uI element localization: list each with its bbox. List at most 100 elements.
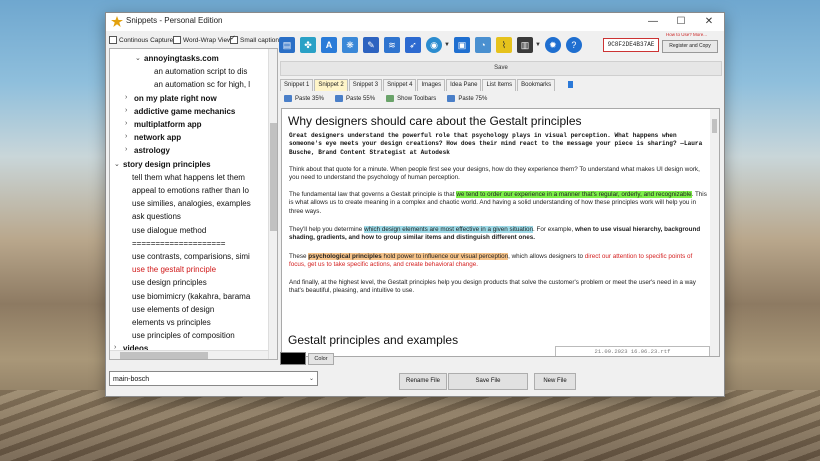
brain-icon[interactable]: ❋: [342, 37, 358, 53]
tree-item[interactable]: use design principles: [132, 278, 207, 287]
tree-expander-icon[interactable]: ⌄: [135, 54, 141, 62]
small-caption-checkbox[interactable]: [230, 34, 238, 44]
word-wrap-checkbox[interactable]: [173, 36, 181, 44]
broom-icon[interactable]: ⌇: [495, 37, 512, 53]
editor-scrollbar[interactable]: [710, 109, 719, 356]
snippet-tree[interactable]: ⌄ annoyingtasks.com an automation script t…: [109, 48, 278, 360]
app-icon: [111, 16, 123, 27]
doc-paragraph-2: The fundamental law that governs a Gesta…: [289, 191, 707, 215]
word-wrap-option[interactable]: Word-Wrap View: [173, 36, 232, 44]
tree-item[interactable]: ask questions: [132, 212, 181, 221]
tree-expander-icon[interactable]: ⌄: [114, 160, 120, 168]
tree-item[interactable]: astrology: [134, 146, 170, 155]
small-caption-option[interactable]: Small caption: [230, 34, 280, 44]
paste-75-button[interactable]: Paste 75%: [447, 95, 487, 102]
rocket-icon[interactable]: ➶: [405, 37, 421, 53]
tree-item[interactable]: annoyingtasks.com: [144, 54, 219, 63]
tab-scroll-indicator[interactable]: [568, 81, 574, 88]
tree-item[interactable]: use biomimicry (kakahra, barama: [132, 292, 250, 301]
save-button[interactable]: Save: [280, 61, 722, 76]
chevron-down-icon[interactable]: ▼: [535, 42, 541, 48]
tree-item[interactable]: tell them what happens let them: [132, 173, 245, 182]
tab-list-items[interactable]: List Items: [482, 79, 517, 91]
tab-snippet-1[interactable]: Snippet 1: [280, 79, 314, 91]
new-file-button[interactable]: New File: [534, 373, 576, 390]
doc-paragraph-1: Think about that quote for a minute. Whe…: [289, 166, 700, 182]
tree-item[interactable]: addictive game mechanics: [134, 107, 235, 116]
film-icon[interactable]: ▤: [279, 37, 295, 53]
scroll-thumb[interactable]: [120, 352, 208, 359]
paste-icon: [447, 95, 456, 102]
tree-item[interactable]: ====================: [132, 239, 225, 248]
help-links[interactable]: How to Use? More...: [666, 32, 707, 37]
tab-snippet-4[interactable]: Snippet 4: [383, 79, 417, 91]
tree-item[interactable]: multiplatform app: [134, 120, 202, 129]
chevron-down-icon[interactable]: ⌄: [309, 372, 314, 387]
help-icon[interactable]: ?: [565, 37, 582, 53]
minimize-button[interactable]: —: [640, 14, 666, 30]
doc-heading-2: Gestalt principles and examples: [288, 333, 459, 347]
doc-heading: Why designers should care about the Gest…: [288, 114, 582, 128]
gear-icon[interactable]: ✹: [544, 37, 561, 53]
tree-item[interactable]: story design principles: [123, 160, 211, 169]
tree-item[interactable]: appeal to emotions rather than lo: [132, 186, 249, 195]
tree-expander-icon[interactable]: ›: [125, 94, 127, 101]
tree-item[interactable]: use dialogue method: [132, 226, 206, 235]
puzzle-icon[interactable]: ✤: [300, 37, 316, 53]
tree-expander-icon[interactable]: ›: [125, 107, 127, 114]
tree-item[interactable]: elements vs principles: [132, 318, 211, 327]
small-caption-label: Small caption: [240, 36, 280, 44]
paste-55-button[interactable]: Paste 55%: [335, 95, 375, 102]
tab-snippet-3[interactable]: Snippet 3: [348, 79, 383, 91]
show-toolbars-button[interactable]: Show Toolbars: [386, 95, 436, 102]
scroll-thumb[interactable]: [712, 119, 717, 133]
scroll-thumb[interactable]: [270, 123, 277, 231]
tree-vertical-scrollbar[interactable]: [268, 49, 277, 359]
tree-horizontal-scrollbar[interactable]: [110, 350, 268, 359]
show-toolbars-label: Show Toolbars: [397, 95, 437, 102]
text-a-icon[interactable]: A: [321, 37, 337, 53]
tree-expander-icon[interactable]: ›: [125, 120, 127, 127]
license-code-field[interactable]: 9C8F2DE4B37AE: [603, 38, 659, 52]
maximize-button[interactable]: ☐: [668, 14, 694, 30]
color-swatch[interactable]: [280, 352, 306, 365]
window-title: Snippets - Personal Edition: [126, 16, 223, 25]
continuous-capture-checkbox[interactable]: [109, 36, 117, 44]
chevron-down-icon[interactable]: ▼: [444, 42, 450, 48]
rename-file-button[interactable]: Rename File: [399, 373, 447, 390]
tab-idea-pane[interactable]: Idea Pane: [446, 79, 482, 91]
paste-35-button[interactable]: Paste 35%: [284, 95, 324, 102]
book-icon[interactable]: ▥: [516, 37, 533, 53]
rich-text-editor[interactable]: Why designers should care about the Gest…: [281, 108, 720, 357]
continuous-capture-option[interactable]: Continous Capture: [109, 36, 173, 44]
word-wrap-label: Word-Wrap View: [183, 36, 232, 44]
title-bar: Snippets - Personal Edition — ☐ ✕: [106, 13, 724, 31]
toolbar: ▤ ✤ A ❋ ✎ ≋ ➶ ◉ ▼ ▣ ◔ ⌇ ▥ ▼ ✹ ?: [279, 34, 587, 56]
tab-bookmarks[interactable]: Bookmarks: [517, 79, 556, 91]
tree-item[interactable]: on my plate right now: [134, 94, 217, 103]
file-select[interactable]: main-bosch ⌄: [109, 371, 318, 386]
tab-snippet-2[interactable]: Snippet 2: [314, 79, 348, 91]
tree-expander-icon[interactable]: ›: [125, 146, 127, 153]
save-file-button[interactable]: Save File: [448, 373, 528, 390]
tree-expander-icon[interactable]: ›: [125, 133, 127, 140]
tree-item[interactable]: an automation sc for high, l: [154, 80, 250, 89]
clock-icon[interactable]: ◔: [474, 37, 491, 53]
paste-35-label: Paste 35%: [295, 95, 325, 102]
close-button[interactable]: ✕: [696, 14, 722, 30]
tree-item[interactable]: network app: [134, 133, 181, 142]
drop-icon[interactable]: ◉: [426, 37, 442, 53]
color-picker-row: Color: [280, 352, 334, 365]
edit-icon[interactable]: ✎: [363, 37, 379, 53]
clipboard-icon[interactable]: ▣: [453, 37, 470, 53]
tree-item[interactable]: use elements of design: [132, 305, 214, 314]
tree-item[interactable]: use principles of composition: [132, 331, 235, 340]
register-button[interactable]: Register and Copy: [662, 40, 718, 53]
tree-item[interactable]: use similies, analogies, examples: [132, 199, 251, 208]
tab-images[interactable]: Images: [417, 79, 446, 91]
color-button[interactable]: Color: [308, 352, 334, 365]
bird-icon[interactable]: ≋: [384, 37, 400, 53]
tree-item[interactable]: an automation script to dis: [154, 67, 247, 76]
tree-item[interactable]: use the gestalt principle: [132, 265, 216, 274]
tree-item[interactable]: use contrasts, comparisions, simi: [132, 252, 250, 261]
